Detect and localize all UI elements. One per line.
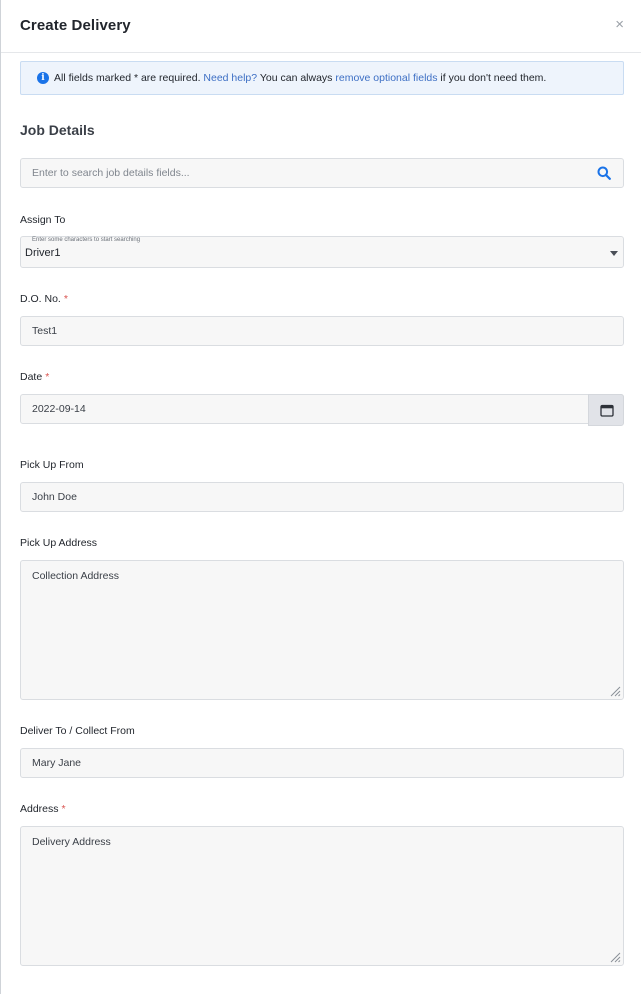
notice-text-part2: You can always <box>257 72 336 84</box>
required-marker: * <box>63 293 68 305</box>
required-marker: * <box>61 803 66 815</box>
date-value: 2022-09-14 <box>32 403 86 415</box>
date-label: Date * <box>20 371 49 383</box>
caret-down-icon[interactable] <box>610 251 618 256</box>
date-picker-button[interactable] <box>588 394 624 426</box>
notice-text: All fields marked * are required. Need h… <box>54 72 546 84</box>
do-no-input[interactable]: Test1 <box>20 316 624 346</box>
notice-text-part1: All fields marked * are required. <box>54 72 204 84</box>
assign-to-hint: Enter some characters to start searching <box>32 237 141 243</box>
search-icon[interactable] <box>597 166 611 180</box>
address-value: Delivery Address <box>32 836 111 848</box>
assign-to-value: Driver1 <box>25 247 61 259</box>
calendar-icon <box>600 404 614 417</box>
pick-up-from-input[interactable]: John Doe <box>20 482 624 512</box>
search-placeholder: Enter to search job details fields... <box>32 167 190 179</box>
address-label-text: Address <box>20 803 59 815</box>
assign-to-select[interactable]: Enter some characters to start searching… <box>20 236 624 268</box>
pick-up-address-value: Collection Address <box>32 570 119 582</box>
resize-handle-icon[interactable] <box>610 952 621 963</box>
modal-title: Create Delivery <box>20 17 131 34</box>
pick-up-from-label: Pick Up From <box>20 459 84 471</box>
info-icon: i <box>37 72 49 84</box>
section-title-job-details: Job Details <box>20 122 95 138</box>
need-help-link[interactable]: Need help? <box>203 72 257 84</box>
search-job-details-input[interactable]: Enter to search job details fields... <box>20 158 624 188</box>
date-label-text: Date <box>20 371 43 383</box>
date-input[interactable]: 2022-09-14 <box>20 394 624 426</box>
assign-to-label: Assign To <box>20 214 66 226</box>
do-no-label-text: D.O. No. <box>20 293 61 305</box>
create-delivery-modal: Create Delivery × i All fields marked * … <box>0 0 641 994</box>
remove-optional-fields-link[interactable]: remove optional fields <box>335 72 437 84</box>
resize-handle-icon[interactable] <box>610 686 621 697</box>
address-textarea[interactable]: Delivery Address <box>20 826 624 966</box>
close-button[interactable]: × <box>615 16 624 34</box>
pick-up-address-textarea[interactable]: Collection Address <box>20 560 624 700</box>
deliver-to-input[interactable]: Mary Jane <box>20 748 624 778</box>
pick-up-address-label: Pick Up Address <box>20 537 98 549</box>
do-no-label: D.O. No. * <box>20 293 68 305</box>
address-label: Address * <box>20 803 66 815</box>
modal-header: Create Delivery × <box>1 0 641 53</box>
notice-text-part3: if you don't need them. <box>437 72 547 84</box>
required-fields-notice: i All fields marked * are required. Need… <box>20 61 624 95</box>
required-marker: * <box>45 371 50 383</box>
deliver-to-label: Deliver To / Collect From <box>20 725 135 737</box>
